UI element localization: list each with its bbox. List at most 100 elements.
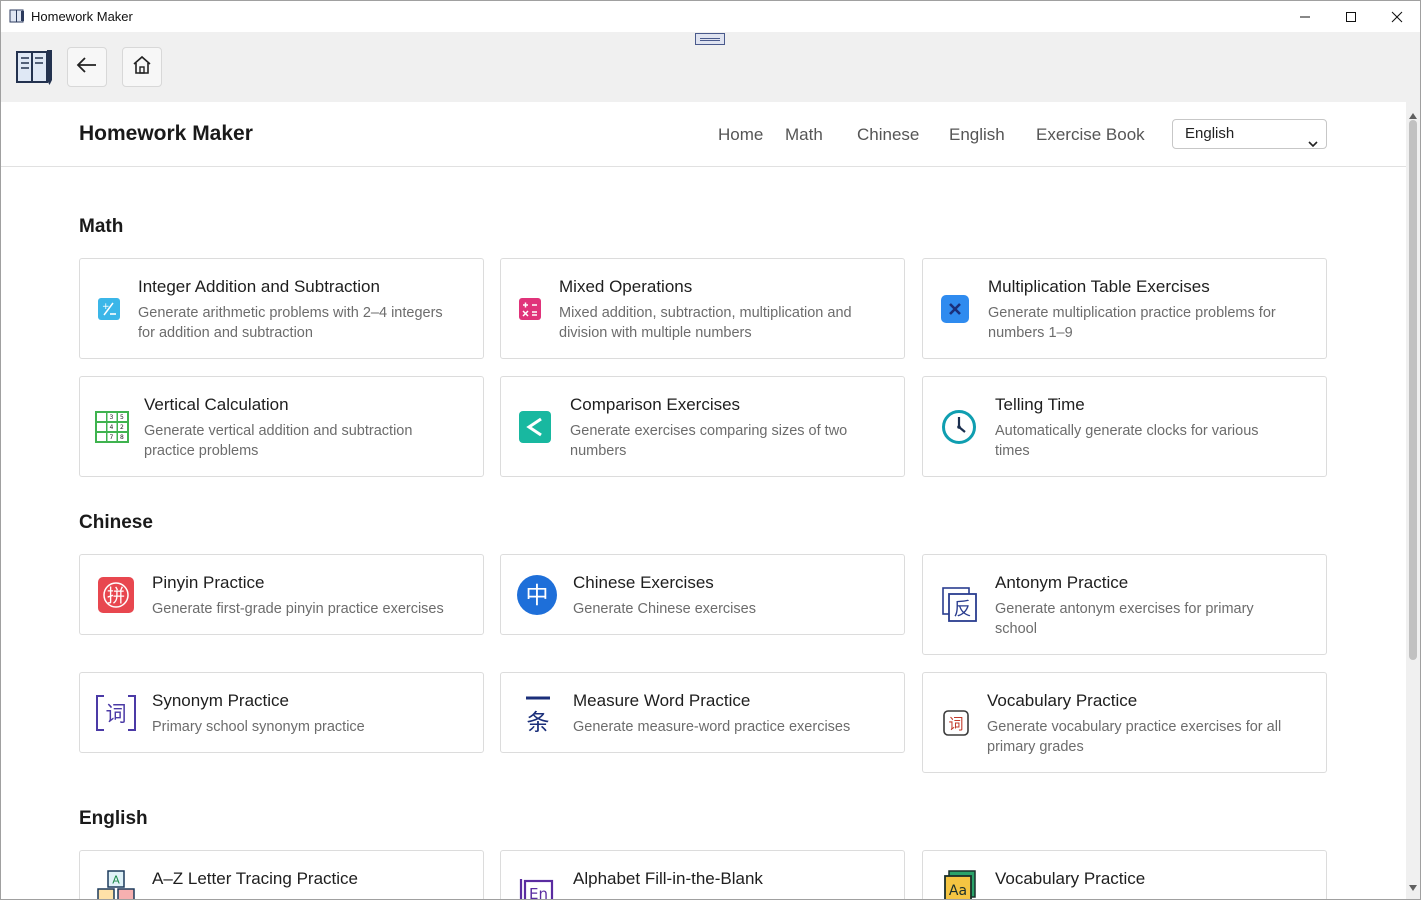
nav-link-home[interactable]: Home bbox=[718, 125, 763, 145]
card-mixed-operations[interactable]: Mixed Operations Mixed addition, subtrac… bbox=[500, 258, 905, 359]
card-description: Generate first-grade pinyin practice exe… bbox=[152, 599, 444, 619]
scrollbar-thumb[interactable] bbox=[1409, 120, 1417, 660]
nav-link-english[interactable]: English bbox=[949, 125, 1005, 145]
card-desc-line: primary grades bbox=[987, 739, 1084, 755]
nav-link-math[interactable]: Math bbox=[785, 125, 823, 145]
card-multiplication-table[interactable]: Multiplication Table Exercises Generate … bbox=[922, 258, 1327, 359]
card-title: Vocabulary Practice bbox=[995, 869, 1146, 888]
card-title: A–Z Letter Tracing Practice bbox=[152, 869, 358, 888]
svg-text:5: 5 bbox=[120, 414, 124, 421]
card-chinese-exercises[interactable]: 中 Chinese Exercises Generate Chinese exe… bbox=[500, 554, 905, 635]
card-comparison[interactable]: Comparison Exercises Generate exercises … bbox=[500, 376, 905, 477]
title-bar: Homework Maker bbox=[1, 1, 1420, 32]
card-desc-line: Automatically generate clocks for variou… bbox=[995, 423, 1259, 439]
measure-word-icon: 条 bbox=[521, 690, 555, 736]
svg-text:3: 3 bbox=[110, 414, 114, 421]
svg-text:4: 4 bbox=[110, 424, 114, 431]
card-title: Chinese Exercises bbox=[573, 573, 714, 592]
card-description: Mixed addition, subtraction, multiplicat… bbox=[559, 303, 852, 343]
card-description: Primary school synonym practice bbox=[152, 717, 365, 737]
vertical-scrollbar[interactable] bbox=[1406, 102, 1420, 899]
card-synonym-practice[interactable]: 词 Synonym Practice Primary school synony… bbox=[79, 672, 484, 753]
synonym-icon: 词 bbox=[95, 692, 137, 734]
minimize-icon bbox=[1299, 11, 1311, 23]
multiply-icon bbox=[941, 294, 969, 323]
card-title: Multiplication Table Exercises bbox=[988, 277, 1210, 296]
maximize-icon bbox=[1345, 11, 1357, 23]
chinese-char-icon: 中 bbox=[516, 574, 558, 616]
card-desc-line: for addition and subtraction bbox=[138, 325, 313, 341]
calculator-icon bbox=[519, 297, 541, 320]
close-button[interactable] bbox=[1374, 1, 1420, 32]
card-desc-line: Mixed addition, subtraction, multiplicat… bbox=[559, 305, 852, 321]
card-description: Generate vocabulary practice exercises f… bbox=[987, 717, 1281, 757]
svg-text:词: 词 bbox=[106, 702, 127, 726]
card-description: Generate multiplication practice problem… bbox=[988, 303, 1276, 343]
app-book-icon bbox=[9, 8, 25, 24]
card-integer-add-sub[interactable]: + Integer Addition and Subtraction Gener… bbox=[79, 258, 484, 359]
card-desc-line: Generate arithmetic problems with 2–4 in… bbox=[138, 305, 443, 321]
card-vocabulary-practice-chinese[interactable]: 词 Vocabulary Practice Generate vocabular… bbox=[922, 672, 1327, 773]
nav-link-chinese[interactable]: Chinese bbox=[857, 125, 919, 145]
card-title: Measure Word Practice bbox=[573, 691, 751, 710]
svg-text:中: 中 bbox=[526, 583, 549, 609]
home-button[interactable] bbox=[122, 47, 162, 87]
card-desc-line: Generate multiplication practice problem… bbox=[988, 305, 1276, 321]
app-logo-icon bbox=[15, 48, 55, 91]
svg-text:词: 词 bbox=[948, 715, 963, 733]
card-measure-word-practice[interactable]: 条 Measure Word Practice Generate measure… bbox=[500, 672, 905, 753]
nav-link-exercise-book[interactable]: Exercise Book bbox=[1036, 125, 1145, 145]
toolbar bbox=[1, 32, 1420, 102]
less-than-icon bbox=[519, 410, 551, 443]
grid-numbers-icon: 354278 bbox=[95, 410, 129, 443]
card-vocabulary-practice-english[interactable]: Aa Vocabulary Practice bbox=[922, 850, 1327, 899]
pinyin-icon: 拼 bbox=[98, 576, 134, 613]
dictionary-icon: Aa bbox=[943, 869, 977, 899]
card-desc-line: Generate vocabulary practice exercises f… bbox=[987, 719, 1282, 735]
svg-text:8: 8 bbox=[120, 434, 124, 441]
card-desc-line: Generate measure-word practice exercises bbox=[573, 719, 851, 735]
card-desc-line: numbers bbox=[570, 443, 627, 459]
card-description: Automatically generate clocks for variou… bbox=[995, 421, 1259, 461]
card-antonym-practice[interactable]: 反 Antonym Practice Generate antonym exer… bbox=[922, 554, 1327, 655]
letter-blocks-icon: A bbox=[95, 869, 137, 899]
card-title: Integer Addition and Subtraction bbox=[138, 277, 380, 296]
antonym-icon: 反 bbox=[941, 586, 979, 624]
card-desc-line: Generate first-grade pinyin practice exe… bbox=[152, 601, 444, 617]
card-title: Comparison Exercises bbox=[570, 395, 741, 414]
card-description: Generate measure-word practice exercises bbox=[573, 717, 850, 737]
card-title: Alphabet Fill-in-the-Blank bbox=[573, 869, 763, 888]
card-desc-line: times bbox=[995, 443, 1030, 459]
back-arrow-icon bbox=[76, 56, 98, 79]
card-title: Pinyin Practice bbox=[152, 573, 265, 592]
svg-text:拼: 拼 bbox=[107, 586, 125, 607]
card-desc-line: Generate exercises comparing sizes of tw… bbox=[570, 423, 848, 439]
card-pinyin-practice[interactable]: 拼 Pinyin Practice Generate first-grade p… bbox=[79, 554, 484, 635]
brand-title[interactable]: Homework Maker bbox=[79, 122, 253, 146]
svg-text:反: 反 bbox=[954, 599, 972, 620]
card-title: Vocabulary Practice bbox=[987, 691, 1138, 710]
section-title-math: Math bbox=[79, 216, 124, 237]
card-title: Synonym Practice bbox=[152, 691, 289, 710]
maximize-button[interactable] bbox=[1328, 1, 1374, 32]
card-vertical-calculation[interactable]: 354278 Vertical Calculation Generate ver… bbox=[79, 376, 484, 477]
card-letter-tracing[interactable]: A A–Z Letter Tracing Practice bbox=[79, 850, 484, 899]
card-desc-line: school bbox=[995, 621, 1037, 637]
card-desc-line: numbers 1–9 bbox=[988, 325, 1073, 341]
card-alphabet-fill-blank[interactable]: En Alphabet Fill-in-the-Blank bbox=[500, 850, 905, 899]
card-desc-line: division with multiple numbers bbox=[559, 325, 752, 341]
drag-handle[interactable] bbox=[695, 33, 725, 45]
scroll-down-arrow-icon[interactable] bbox=[1409, 878, 1417, 896]
svg-text:A: A bbox=[112, 874, 120, 887]
language-select[interactable]: English bbox=[1172, 119, 1327, 149]
en-book-icon: En bbox=[518, 871, 556, 899]
navbar: Homework Maker Home Math Chinese English… bbox=[1, 102, 1406, 167]
card-telling-time[interactable]: Telling Time Automatically generate cloc… bbox=[922, 376, 1327, 477]
chevron-down-icon bbox=[1308, 130, 1318, 158]
card-description: Generate arithmetic problems with 2–4 in… bbox=[138, 303, 443, 343]
card-title: Mixed Operations bbox=[559, 277, 693, 296]
close-icon bbox=[1391, 11, 1403, 23]
back-button[interactable] bbox=[67, 47, 107, 87]
svg-text:+: + bbox=[102, 302, 110, 312]
minimize-button[interactable] bbox=[1282, 1, 1328, 32]
